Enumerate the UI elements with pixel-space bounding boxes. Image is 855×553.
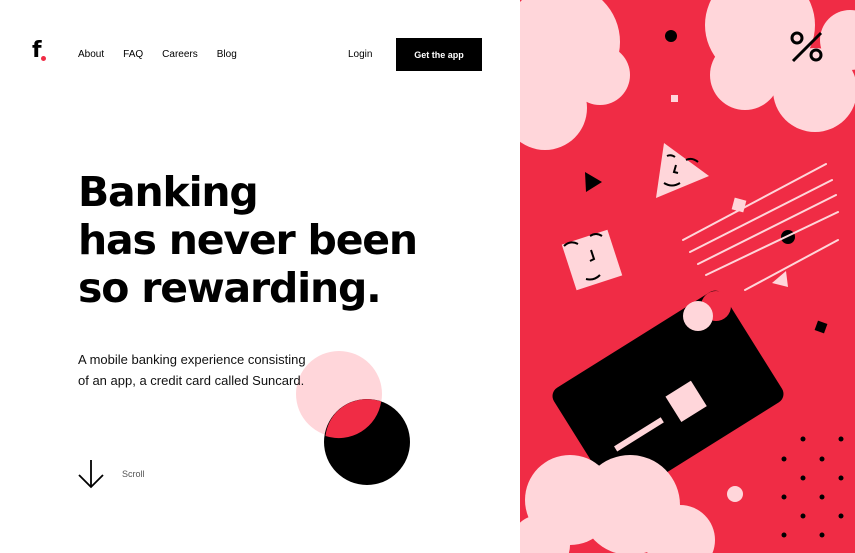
hero-description: A mobile banking experience consisting o… <box>78 349 358 391</box>
card-logo-circle <box>683 301 713 331</box>
login-link[interactable]: Login <box>348 49 372 61</box>
nav-blog[interactable]: Blog <box>217 49 237 61</box>
get-app-button[interactable]: Get the app <box>396 38 482 71</box>
nav-about[interactable]: About <box>78 49 104 61</box>
motion-lines <box>682 163 839 291</box>
illustration-panel <box>520 0 855 553</box>
dot <box>727 486 743 502</box>
confetti-square <box>814 320 828 334</box>
scroll-label[interactable]: Scroll <box>122 469 145 479</box>
banking-illustration <box>520 0 855 553</box>
main-nav: About FAQ Careers Blog <box>78 49 256 61</box>
description-line: A mobile banking experience consisting <box>78 352 306 367</box>
diamond-face <box>561 229 623 291</box>
hero-panel: f About FAQ Careers Blog Login Get the a… <box>0 0 520 553</box>
confetti-square <box>671 95 678 102</box>
dot <box>781 230 795 244</box>
headline-line: so rewarding. <box>78 264 382 312</box>
nav-careers[interactable]: Careers <box>162 49 198 61</box>
arrow-down-icon[interactable] <box>77 459 107 489</box>
nav-faq[interactable]: FAQ <box>123 49 143 61</box>
dot <box>665 30 677 42</box>
cloud-top-right <box>705 0 855 132</box>
headline-line: has never been <box>78 216 418 264</box>
cloud-top-left <box>520 0 630 150</box>
dot-grid <box>781 436 844 538</box>
triangle-shape <box>585 172 602 192</box>
cloud-bottom <box>520 455 715 553</box>
hero-headline: Banking has never been so rewarding. <box>78 168 418 312</box>
logo-dot <box>41 56 46 61</box>
triangle-face <box>656 143 709 198</box>
headline-line: Banking <box>78 168 259 216</box>
description-line: of an app, a credit card called Suncard. <box>78 373 305 388</box>
